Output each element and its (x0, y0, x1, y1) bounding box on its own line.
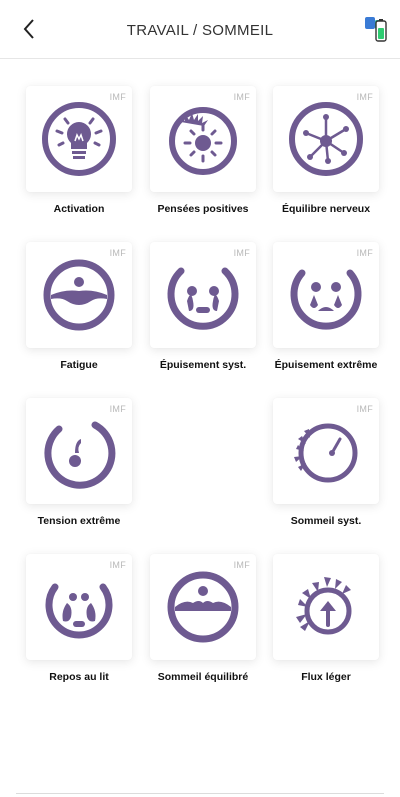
fatigue-face-icon (43, 259, 115, 331)
tile-card: IMF (26, 242, 132, 348)
exhaustion-icon (167, 267, 239, 330)
extreme-exhaustion-icon (290, 269, 362, 330)
tile-label: Épuisement extrême (274, 359, 378, 371)
neuron-icon (289, 102, 363, 176)
device-status[interactable] (364, 14, 392, 44)
bed-rest-icon (45, 583, 113, 639)
tile-label: Fatigue (60, 359, 98, 371)
tile-card: IMF (150, 242, 256, 348)
tile-card: IMF (150, 86, 256, 192)
page-title: TRAVAIL / SOMMEIL (126, 22, 274, 39)
tile-label: Flux léger (301, 671, 351, 683)
tension-icon (44, 421, 116, 489)
tile-label: Activation (53, 203, 105, 215)
tile-label: Tension extrême (37, 515, 121, 527)
tile-card: IMF (26, 554, 132, 660)
light-flow-icon (296, 577, 352, 635)
top-bar: TRAVAIL / SOMMEIL (0, 0, 400, 59)
sun-icon (169, 107, 237, 175)
bottom-divider (16, 793, 384, 794)
balanced-sleep-icon (167, 571, 239, 643)
tile-card: IMF (273, 86, 379, 192)
lightbulb-icon (42, 102, 116, 176)
tile-label: Repos au lit (49, 671, 109, 683)
tile-card: IMF (273, 242, 379, 348)
tile-card: IMF (26, 86, 132, 192)
tile-card (273, 554, 379, 660)
tile-card: IMF (273, 398, 379, 504)
tile-card: IMF (26, 398, 132, 504)
battery-device-icon (365, 17, 387, 42)
tile-label: Équilibre nerveux (281, 203, 371, 215)
tile-label: Sommeil syst. (290, 515, 362, 527)
sleep-system-icon (294, 423, 358, 483)
tile-card: IMF (150, 554, 256, 660)
